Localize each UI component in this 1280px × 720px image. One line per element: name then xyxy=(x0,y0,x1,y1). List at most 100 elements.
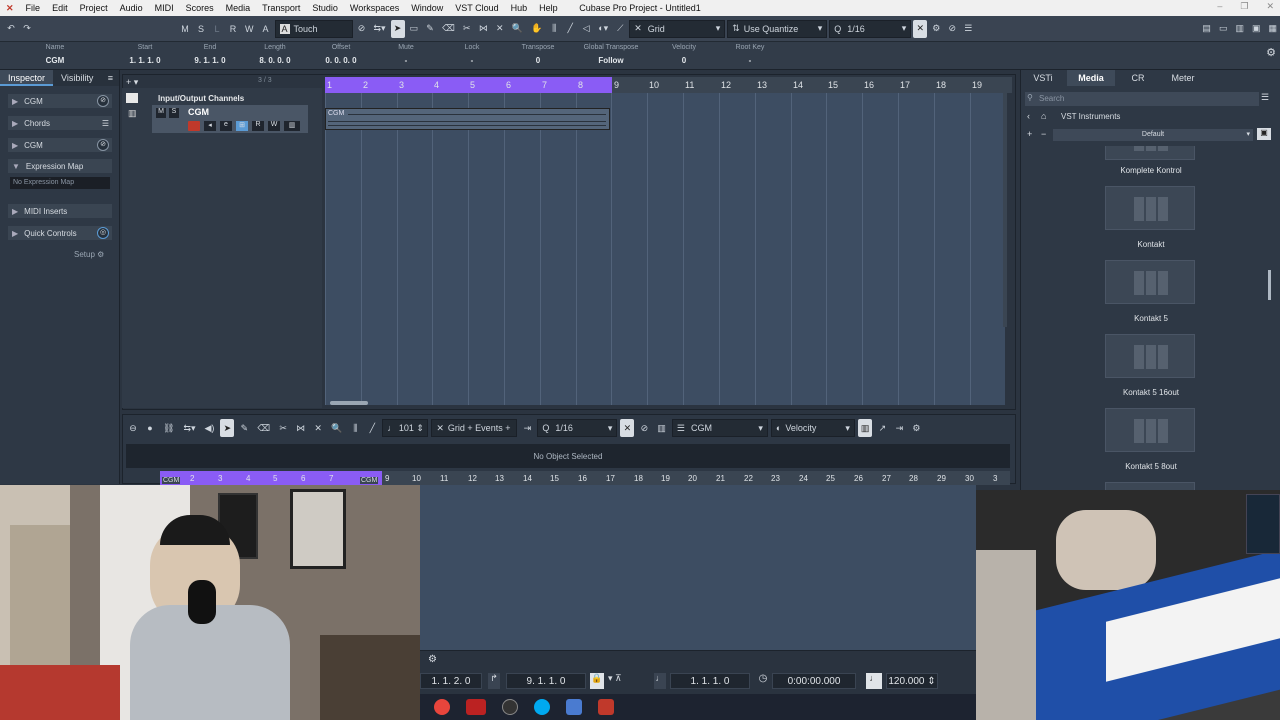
obs-studio-icon[interactable] xyxy=(502,699,518,715)
record-enable-button[interactable] xyxy=(188,121,200,131)
snap-type-select[interactable]: ✕ Grid + Events + xyxy=(431,419,518,437)
zoom-tool-icon[interactable]: 🔍 xyxy=(328,419,345,437)
solo-button[interactable]: S xyxy=(194,20,208,38)
solo-track-button[interactable]: S xyxy=(169,108,179,118)
quantize-mode-select[interactable]: ⇅ Use Quantize ▾ xyxy=(727,19,828,38)
edit-instrument-icon[interactable]: ⊘ xyxy=(97,139,109,151)
add-icon[interactable]: + xyxy=(1027,129,1032,139)
metronome-icon[interactable]: ♩ xyxy=(654,673,666,689)
maximize-icon[interactable]: ❐ xyxy=(1240,1,1248,12)
instrument-tile[interactable] xyxy=(1105,334,1195,378)
snap-icon[interactable]: ⇥ xyxy=(520,419,534,437)
range-tool-icon[interactable]: ▭ xyxy=(407,20,422,38)
obs-icon[interactable] xyxy=(466,699,486,715)
expand-icon[interactable]: ▶ xyxy=(12,207,18,216)
quantize-value-select[interactable]: Q 1/16 ▾ xyxy=(537,419,618,437)
read-button[interactable]: R xyxy=(226,20,240,38)
skype-icon[interactable] xyxy=(534,699,550,715)
keyboard-icon[interactable]: ▥ xyxy=(284,121,300,131)
automation-button[interactable]: A xyxy=(259,20,273,38)
play-tool-icon[interactable]: ◁ xyxy=(579,20,593,38)
time-display[interactable]: 0:00:00.000 xyxy=(772,673,856,689)
open-window-icon[interactable]: ↗ xyxy=(875,419,889,437)
layout-full-icon[interactable]: ▣ xyxy=(1249,20,1264,38)
tab-visibility[interactable]: Visibility xyxy=(53,70,101,86)
expand-icon[interactable]: ▶ xyxy=(12,119,18,128)
breadcrumb[interactable]: VST Instruments xyxy=(1061,112,1120,121)
cubase-icon[interactable] xyxy=(598,699,614,715)
punch-in-icon[interactable]: ↱ xyxy=(488,673,500,689)
menu-scores[interactable]: Scores xyxy=(180,3,220,13)
layout-left-icon[interactable]: ▤ xyxy=(1199,20,1214,38)
layout-toggle-icon[interactable]: ▦ xyxy=(1265,20,1280,38)
event-display[interactable] xyxy=(325,93,1005,405)
vertical-scrollbar[interactable] xyxy=(1003,93,1007,327)
write-button[interactable]: W xyxy=(242,20,257,38)
menu-icon[interactable]: ☰ xyxy=(961,20,975,38)
instrument-tile[interactable] xyxy=(1105,482,1195,490)
settings-icon[interactable]: ⚙ xyxy=(1266,46,1276,59)
listen-button[interactable]: L xyxy=(210,20,224,38)
hand-tool-icon[interactable]: ✋ xyxy=(528,20,545,38)
menu-edit[interactable]: Edit xyxy=(46,3,74,13)
instrument-tile[interactable] xyxy=(1105,408,1195,452)
erase-tool-icon[interactable]: ⌫ xyxy=(439,20,458,38)
menu-window[interactable]: Window xyxy=(405,3,449,13)
instrument-tile[interactable] xyxy=(1105,260,1195,304)
inspector-section-chords[interactable]: ▶ Chords ☰ xyxy=(8,116,112,130)
mute-track-button[interactable]: M xyxy=(156,108,166,118)
menu-audio[interactable]: Audio xyxy=(114,3,149,13)
iterative-quantize-icon[interactable]: ✕ xyxy=(913,19,928,38)
speaker-icon[interactable]: ◀) xyxy=(202,419,218,437)
snap-type-select[interactable]: ✕ Grid ▾ xyxy=(629,19,726,38)
cubase-logo-icon[interactable]: ✕ xyxy=(0,3,20,14)
split-tool-icon[interactable]: ⋈ xyxy=(293,419,308,437)
line-tool-icon[interactable]: ╱ xyxy=(365,419,379,437)
right-locator[interactable]: 9. 1. 1. 0 xyxy=(506,673,586,689)
quick-controls-icon[interactable]: ◎ xyxy=(97,227,109,239)
left-locator[interactable]: 1. 1. 2. 0 xyxy=(420,673,482,689)
info-start-value[interactable]: 1. 1. 1. 0 xyxy=(122,56,168,65)
menu-vst-cloud[interactable]: VST Cloud xyxy=(449,3,504,13)
inspector-section-expression-map[interactable]: ▼ Expression Map xyxy=(8,159,112,173)
draw-tool-icon[interactable]: ✎ xyxy=(237,419,251,437)
preset-select[interactable]: Default ▾ xyxy=(1053,129,1253,141)
piano-roll-icon[interactable]: ▥ xyxy=(654,419,669,437)
iterative-quantize-icon[interactable]: ✕ xyxy=(620,419,635,437)
menu-project[interactable]: Project xyxy=(74,3,114,13)
info-lock-value[interactable]: - xyxy=(452,56,492,65)
auto-scroll-icon[interactable]: ⇆▾ xyxy=(180,419,198,437)
setup-link[interactable]: Setup ⚙ xyxy=(74,250,104,259)
editor-event-display[interactable] xyxy=(420,485,976,650)
comp-tool-icon[interactable]: ⫼ xyxy=(547,20,561,38)
menu-midi[interactable]: MIDI xyxy=(149,3,180,13)
clock-icon[interactable]: ◷ xyxy=(756,673,770,689)
list-view-icon[interactable]: ☰ xyxy=(1261,92,1269,103)
midi-part[interactable]: CGM xyxy=(325,108,610,130)
quantize-value-select[interactable]: Q 1/16 ▾ xyxy=(829,19,912,38)
lock-icon[interactable]: 🔒 xyxy=(590,673,604,689)
write-automation-button[interactable]: W xyxy=(268,121,280,131)
glue-tool-icon[interactable]: ⋈ xyxy=(476,20,491,38)
mute-tool-icon[interactable]: ✕ xyxy=(311,419,325,437)
line-tool-icon[interactable]: ╱ xyxy=(563,20,577,38)
quantize-settings-icon[interactable]: ⚙ xyxy=(929,20,943,38)
select-tool-icon[interactable]: ➤ xyxy=(220,419,235,437)
menu-hub[interactable]: Hub xyxy=(505,3,534,13)
options-icon[interactable]: ⇥ xyxy=(892,419,906,437)
insert-velocity-field[interactable]: ♩ 101 ⇕ xyxy=(382,419,429,437)
snap-icon[interactable]: ⟋ xyxy=(613,20,627,38)
info-name-value[interactable]: CGM xyxy=(30,56,80,65)
suspend-automation-icon[interactable]: ⊘ xyxy=(355,20,369,38)
color-tool-icon[interactable]: ◐▾ xyxy=(595,20,611,38)
read-automation-button[interactable]: R xyxy=(252,121,264,131)
tab-media[interactable]: Media xyxy=(1067,70,1115,86)
expression-map-select[interactable]: No Expression Map xyxy=(10,177,110,189)
info-length-value[interactable]: 8. 0. 0. 0 xyxy=(252,56,298,65)
inspector-section-quick-controls[interactable]: ▶ Quick Controls ◎ xyxy=(8,226,112,240)
tab-cr[interactable]: CR xyxy=(1121,70,1155,86)
monitor-button[interactable]: ◂ xyxy=(204,121,216,131)
metronome-options-icon[interactable]: ▾ ⊼ xyxy=(608,673,622,684)
tempo-track-icon[interactable]: ♩ xyxy=(866,673,882,689)
home-icon[interactable]: ⌂ xyxy=(1041,111,1046,121)
